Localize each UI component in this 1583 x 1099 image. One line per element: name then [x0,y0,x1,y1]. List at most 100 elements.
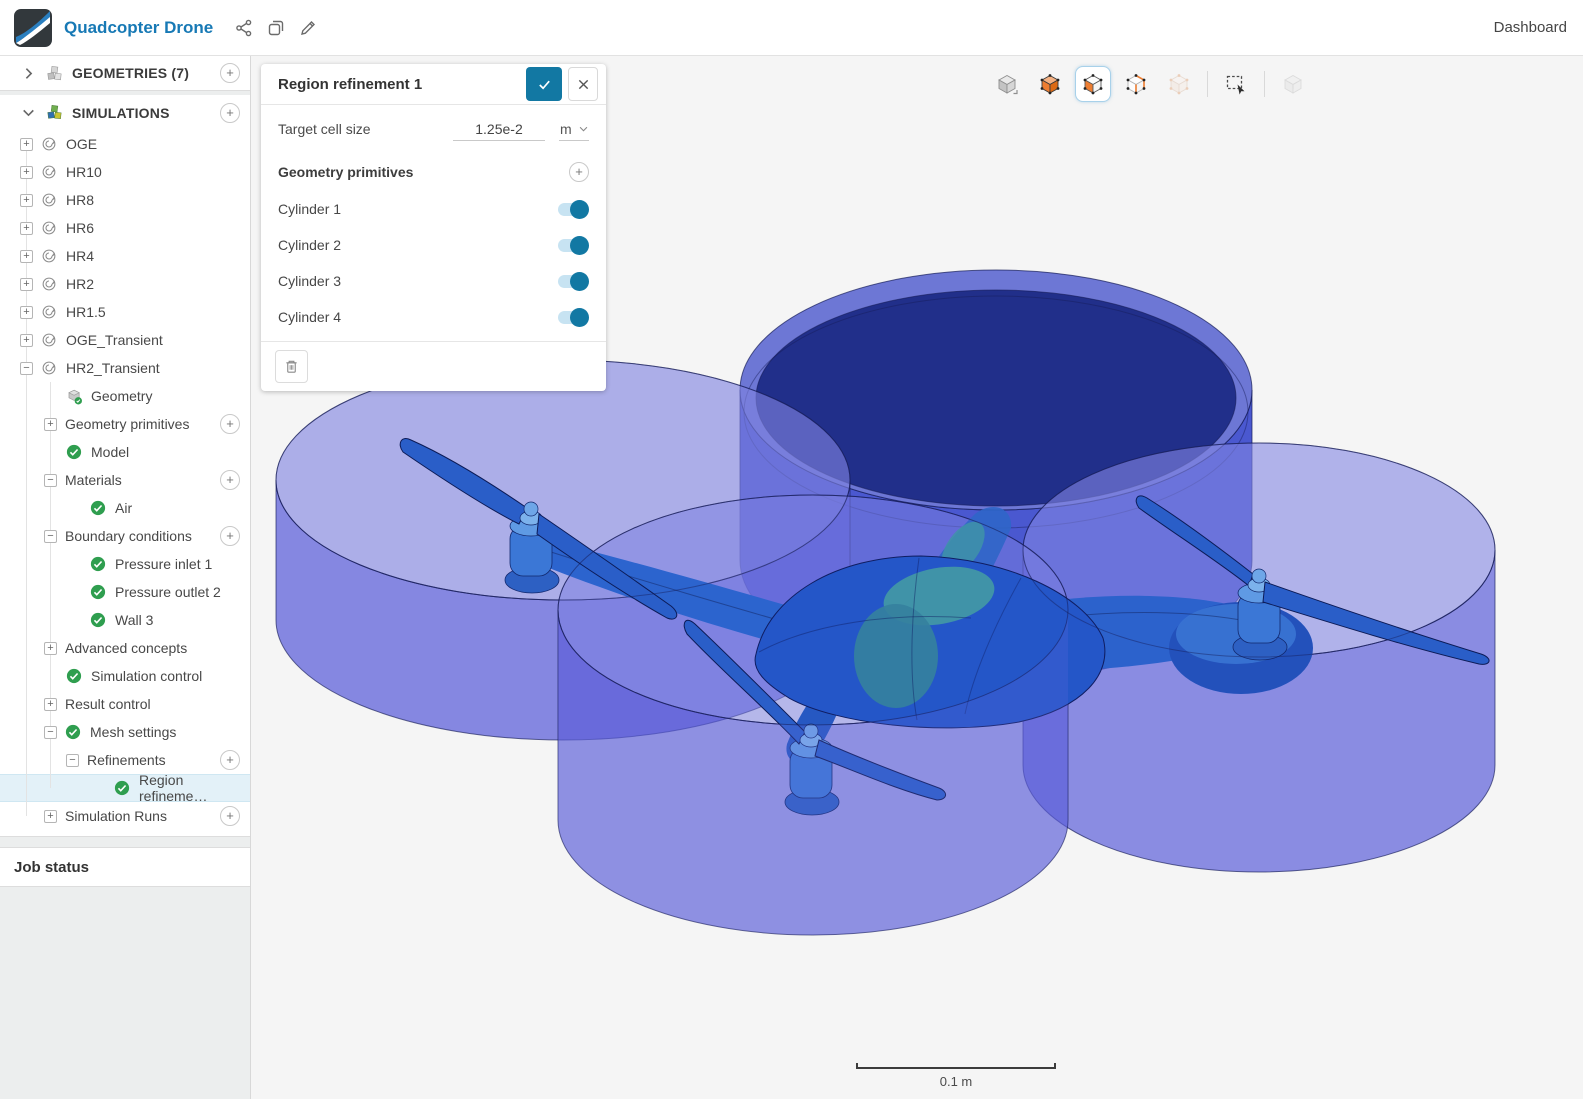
tree-item-result-control[interactable]: +Result control [0,690,250,718]
simulation-icon [41,248,58,265]
collapse-toggle-icon[interactable]: − [20,362,33,375]
cylinder-3-toggle[interactable] [558,275,586,288]
tree-item-hr4[interactable]: +HR4 [0,242,250,270]
tree-item-label: Refinements [87,752,166,768]
tree-item-materials[interactable]: −Materials+ [0,466,250,494]
expand-toggle-icon[interactable]: + [44,418,57,431]
expand-toggle-icon[interactable]: + [44,810,57,823]
tree-item-refinements[interactable]: −Refinements + [0,746,250,774]
check-circle-icon [66,668,83,685]
tree-item-hr1-5[interactable]: + HR1.5 [0,298,250,326]
expand-toggle-icon[interactable]: + [44,642,57,655]
expand-toggle-icon[interactable]: + [20,334,33,347]
expand-toggle-icon[interactable]: + [20,250,33,263]
assignment-label: Cylinder 4 [278,309,341,325]
tree-item-pressure-outlet-2[interactable]: Pressure outlet 2 [0,578,250,606]
tree-item-hr6[interactable]: + HR6 [0,214,250,242]
tree-item-hr8[interactable]: +HR8 [0,186,250,214]
tree-item-label: Boundary conditions [65,528,192,544]
tree-item-advanced-concepts[interactable]: +Advanced concepts [0,634,250,662]
tree-item-label: HR10 [66,164,102,180]
cylinder-4-toggle[interactable] [558,311,586,324]
tree-item-hr10[interactable]: + HR10 [0,158,250,186]
tree-item-hr2[interactable]: +HR2 [0,270,250,298]
expand-toggle-icon[interactable]: + [20,306,33,319]
duplicate-icon[interactable] [267,19,285,37]
job-status-section[interactable]: Job status [0,847,250,887]
assignment-list: Cylinder 1Cylinder 2Cylinder 3Cylinder 4 [261,191,606,335]
app-logo-icon[interactable] [14,9,52,47]
edge-select-icon[interactable] [1118,66,1154,102]
target-cell-size-input[interactable] [453,118,545,141]
tree-item-geometry[interactable]: Geometry [0,382,250,410]
tree-item-model[interactable]: Model [0,438,250,466]
tree-item-label: HR2_Transient [66,360,160,376]
tree-item-label: HR1.5 [66,304,106,320]
tree-item-wall-3[interactable]: Wall 3 [0,606,250,634]
delete-refinement-button[interactable] [275,350,308,383]
geometry-check-icon [66,388,83,405]
add-geometry-primitives-button[interactable]: + [220,414,240,434]
unit-select[interactable]: m [559,118,589,141]
geometries-section-header[interactable]: GEOMETRIES (7) + [0,56,250,91]
job-status-label: Job status [14,859,89,876]
face-select-icon[interactable] [1075,66,1111,102]
tree-item-pressure-inlet-1[interactable]: Pressure inlet 1 [0,550,250,578]
tree-item-air[interactable]: Air [0,494,250,522]
region-refinement-panel: Region refinement 1 Target cell size m [261,64,606,391]
tree-item-oge[interactable]: +OGE [0,130,250,158]
tree-item-geometry-primitives[interactable]: +Geometry primitives+ [0,410,250,438]
add-geometry-primitive-button[interactable]: + [569,162,589,182]
edit-icon[interactable] [299,19,317,37]
assignment-label: Cylinder 2 [278,237,341,253]
viewport-3d[interactable]: 0.1 m Region refinement 1 Target cell si… [251,56,1583,1099]
geometry-primitives-label: Geometry primitives [278,164,413,180]
tree-item-simulation-runs[interactable]: +Simulation Runs+ [0,802,250,830]
tree-item-oge-transient[interactable]: +OGE_Transient [0,326,250,354]
confirm-button[interactable] [526,67,562,101]
collapse-toggle-icon[interactable]: − [66,754,79,767]
assignment-label: Cylinder 1 [278,201,341,217]
collapse-toggle-icon[interactable]: − [44,726,57,739]
tree-item-mesh-settings[interactable]: − Mesh settings [0,718,250,746]
box-select-icon[interactable] [1218,66,1254,102]
tree-item-boundary-conditions[interactable]: −Boundary conditions + [0,522,250,550]
volume-select-icon[interactable] [1032,66,1068,102]
add-simulation-button[interactable]: + [220,103,240,123]
tree-item-label: HR6 [66,220,94,236]
add-refinements-button[interactable]: + [220,750,240,770]
check-circle-icon [66,444,83,461]
expand-toggle-icon[interactable]: + [20,166,33,179]
chevron-down-icon [20,104,37,121]
tree-item-hr2-transient[interactable]: − HR2_Transient [0,354,250,382]
add-simulation-runs-button[interactable]: + [220,806,240,826]
top-bar: Quadcopter Drone Dashboard [0,0,1583,56]
cylinder-2-toggle[interactable] [558,239,586,252]
expand-toggle-icon[interactable]: + [20,278,33,291]
tree-item-label: Mesh settings [90,724,176,740]
expand-toggle-icon[interactable]: + [44,698,57,711]
add-boundary-conditions-button[interactable]: + [220,526,240,546]
tree-item-region-refineme[interactable]: Region refineme… [0,774,250,802]
add-geometry-button[interactable]: + [220,63,240,83]
view-cube-icon[interactable] [989,66,1025,102]
add-materials-button[interactable]: + [220,470,240,490]
close-button[interactable] [568,67,598,101]
simulation-icon [41,192,58,209]
tree-item-label: Pressure outlet 2 [115,584,221,600]
collapse-toggle-icon[interactable]: − [44,474,57,487]
tree-item-simulation-control[interactable]: Simulation control [0,662,250,690]
collapse-toggle-icon[interactable]: − [44,530,57,543]
dashboard-link[interactable]: Dashboard [1494,19,1569,36]
cylinder-1-toggle[interactable] [558,203,586,216]
expand-toggle-icon[interactable]: + [20,138,33,151]
unit-value: m [560,121,572,137]
expand-toggle-icon[interactable]: + [20,222,33,235]
share-icon[interactable] [235,19,253,37]
expand-toggle-icon[interactable]: + [20,194,33,207]
simulation-icon [41,220,58,237]
simulations-section-header[interactable]: SIMULATIONS + [0,95,250,130]
chevron-down-icon [579,126,588,132]
tree-item-label: Model [91,444,129,460]
simulation-icon [41,332,58,349]
